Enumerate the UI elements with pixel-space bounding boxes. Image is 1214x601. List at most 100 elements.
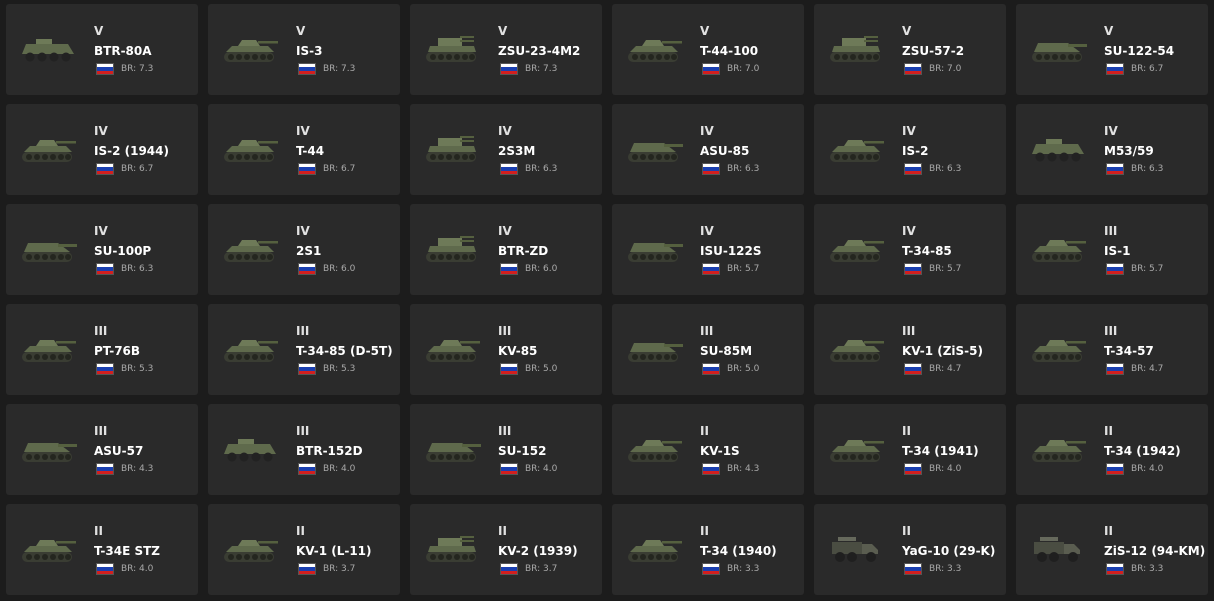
battle-rating: BR: 3.3 <box>1131 564 1164 574</box>
vehicle-name: T-34-57 <box>1104 344 1154 358</box>
russia-flag-icon <box>96 363 114 375</box>
vehicle-image <box>624 32 684 66</box>
russia-flag-icon <box>96 63 114 75</box>
vehicle-name: KV-1S <box>700 444 740 458</box>
vehicle-card[interactable]: IV BTR-ZD BR: 6.0 <box>410 204 602 295</box>
battle-rating: BR: 4.7 <box>929 364 962 374</box>
vehicle-card[interactable]: III T-34-57 BR: 4.7 <box>1016 304 1208 395</box>
vehicle-card[interactable]: IV ASU-85 BR: 6.3 <box>612 104 804 195</box>
vehicle-card[interactable]: III T-34-85 (D-5T) BR: 5.3 <box>208 304 400 395</box>
battle-rating: BR: 6.3 <box>727 164 760 174</box>
vehicle-card[interactable]: II T-34 (1942) BR: 4.0 <box>1016 404 1208 495</box>
battle-rating: BR: 7.0 <box>727 64 760 74</box>
vehicle-tier: III <box>700 324 714 338</box>
vehicle-image <box>624 232 684 266</box>
vehicle-card[interactable]: III ASU-57 BR: 4.3 <box>6 404 198 495</box>
russia-flag-icon <box>500 63 518 75</box>
vehicle-image <box>220 32 280 66</box>
vehicle-tier: IV <box>700 224 714 238</box>
vehicle-card[interactable]: III BTR-152D BR: 4.0 <box>208 404 400 495</box>
battle-rating: BR: 6.0 <box>525 264 558 274</box>
vehicle-tier: V <box>1104 24 1114 38</box>
vehicle-image <box>826 332 886 366</box>
battle-rating: BR: 4.3 <box>121 464 154 474</box>
vehicle-image <box>624 432 684 466</box>
russia-flag-icon <box>298 463 316 475</box>
vehicle-tier: II <box>94 524 103 538</box>
russia-flag-icon <box>904 463 922 475</box>
vehicle-image <box>624 532 684 566</box>
vehicle-tier: III <box>94 424 108 438</box>
vehicle-card[interactable]: II ZiS-12 (94-KM) BR: 3.3 <box>1016 504 1208 595</box>
vehicle-tier: IV <box>94 224 108 238</box>
vehicle-image <box>826 232 886 266</box>
vehicle-card[interactable]: V BTR-80A BR: 7.3 <box>6 4 198 95</box>
vehicle-card[interactable]: IV IS-2 (1944) BR: 6.7 <box>6 104 198 195</box>
vehicle-tier: II <box>902 424 911 438</box>
vehicle-card[interactable]: IV ISU-122S BR: 5.7 <box>612 204 804 295</box>
vehicle-image <box>422 32 482 66</box>
vehicle-image <box>1028 532 1088 566</box>
vehicle-card[interactable]: IV SU-100P BR: 6.3 <box>6 204 198 295</box>
vehicle-card[interactable]: IV T-44 BR: 6.7 <box>208 104 400 195</box>
vehicle-card[interactable]: IV M53/59 BR: 6.3 <box>1016 104 1208 195</box>
vehicle-card[interactable]: IV 2S3M BR: 6.3 <box>410 104 602 195</box>
russia-flag-icon <box>500 563 518 575</box>
battle-rating: BR: 7.3 <box>121 64 154 74</box>
vehicle-tier: III <box>1104 224 1118 238</box>
vehicle-name: KV-85 <box>498 344 538 358</box>
vehicle-card[interactable]: III KV-85 BR: 5.0 <box>410 304 602 395</box>
battle-rating: BR: 4.0 <box>1131 464 1164 474</box>
vehicle-card[interactable]: V SU-122-54 BR: 6.7 <box>1016 4 1208 95</box>
russia-flag-icon <box>702 163 720 175</box>
vehicle-card[interactable]: IV IS-2 BR: 6.3 <box>814 104 1006 195</box>
vehicle-card[interactable]: II T-34 (1940) BR: 3.3 <box>612 504 804 595</box>
vehicle-card[interactable]: II KV-1 (L-11) BR: 3.7 <box>208 504 400 595</box>
vehicle-card[interactable]: III PT-76B BR: 5.3 <box>6 304 198 395</box>
vehicle-tier: V <box>902 24 912 38</box>
battle-rating: BR: 5.3 <box>121 364 154 374</box>
vehicle-card[interactable]: V ZSU-57-2 BR: 7.0 <box>814 4 1006 95</box>
battle-rating: BR: 5.7 <box>929 264 962 274</box>
russia-flag-icon <box>1106 163 1124 175</box>
vehicle-card[interactable]: III SU-85M BR: 5.0 <box>612 304 804 395</box>
russia-flag-icon <box>96 263 114 275</box>
vehicle-image <box>18 32 78 66</box>
vehicle-card[interactable]: II KV-1S BR: 4.3 <box>612 404 804 495</box>
vehicle-name: T-34 (1941) <box>902 444 979 458</box>
russia-flag-icon <box>904 263 922 275</box>
battle-rating: BR: 6.3 <box>1131 164 1164 174</box>
vehicle-card[interactable]: III KV-1 (ZiS-5) BR: 4.7 <box>814 304 1006 395</box>
vehicle-card[interactable]: IV 2S1 BR: 6.0 <box>208 204 400 295</box>
russia-flag-icon <box>298 63 316 75</box>
vehicle-tier: IV <box>1104 124 1118 138</box>
vehicle-name: SU-85M <box>700 344 753 358</box>
vehicle-tier: IV <box>498 124 512 138</box>
vehicle-tier: II <box>1104 424 1113 438</box>
battle-rating: BR: 5.0 <box>525 364 558 374</box>
russia-flag-icon <box>298 563 316 575</box>
vehicle-image <box>1028 332 1088 366</box>
russia-flag-icon <box>1106 263 1124 275</box>
vehicle-card[interactable]: V ZSU-23-4M2 BR: 7.3 <box>410 4 602 95</box>
vehicle-tier: IV <box>700 124 714 138</box>
vehicle-name: PT-76B <box>94 344 141 358</box>
vehicle-card[interactable]: IV T-34-85 BR: 5.7 <box>814 204 1006 295</box>
vehicle-card[interactable]: III IS-1 BR: 5.7 <box>1016 204 1208 295</box>
vehicle-card[interactable]: III SU-152 BR: 4.0 <box>410 404 602 495</box>
russia-flag-icon <box>702 263 720 275</box>
vehicle-name: T-34E STZ <box>94 544 161 558</box>
vehicle-card[interactable]: II KV-2 (1939) BR: 3.7 <box>410 504 602 595</box>
vehicle-tier: IV <box>296 224 310 238</box>
russia-flag-icon <box>500 163 518 175</box>
vehicle-grid: V BTR-80A BR: 7.3 V IS-3 BR: 7.3 V ZSU-2… <box>6 4 1208 595</box>
battle-rating: BR: 7.3 <box>323 64 356 74</box>
vehicle-card[interactable]: II T-34E STZ BR: 4.0 <box>6 504 198 595</box>
vehicle-name: 2S3M <box>498 144 536 158</box>
vehicle-card[interactable]: V T-44-100 BR: 7.0 <box>612 4 804 95</box>
vehicle-card[interactable]: II YaG-10 (29-K) BR: 3.3 <box>814 504 1006 595</box>
vehicle-card[interactable]: V IS-3 BR: 7.3 <box>208 4 400 95</box>
vehicle-name: ZSU-23-4M2 <box>498 44 581 58</box>
vehicle-name: ZiS-12 (94-KM) <box>1104 544 1206 558</box>
vehicle-card[interactable]: II T-34 (1941) BR: 4.0 <box>814 404 1006 495</box>
